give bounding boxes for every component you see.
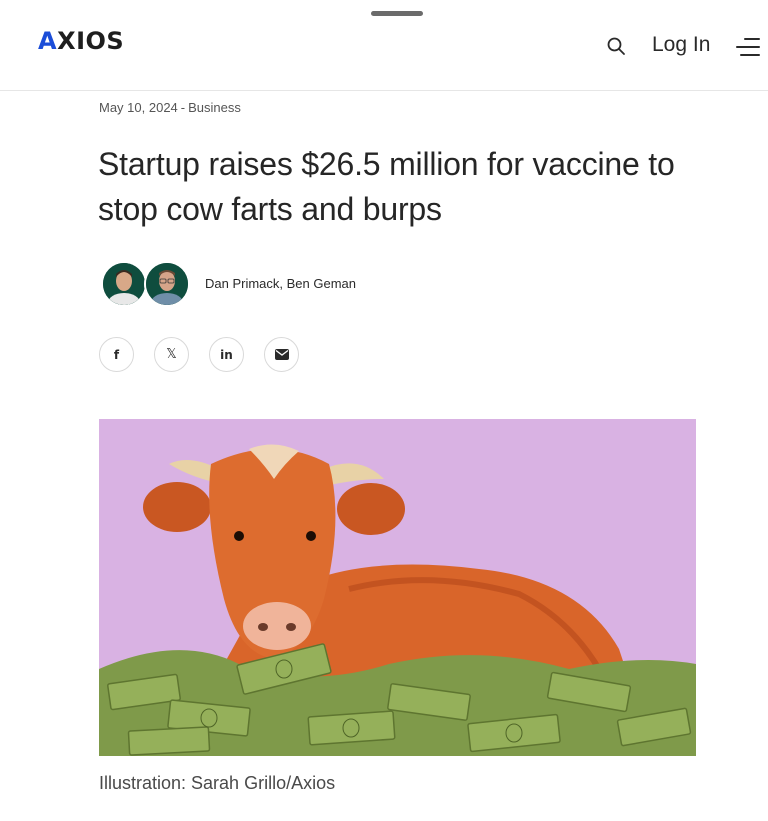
article-date: May 10, 2024 bbox=[99, 100, 178, 115]
share-x-button[interactable]: 𝕏 bbox=[154, 337, 189, 372]
search-icon[interactable] bbox=[606, 36, 626, 56]
article-section[interactable]: Business bbox=[188, 100, 241, 115]
axios-logo[interactable]: AXIOS bbox=[38, 27, 124, 55]
article-meta: May 10, 2024- Business bbox=[99, 100, 241, 115]
top-navigation-bar: AXIOS Log In bbox=[0, 0, 768, 91]
image-caption: Illustration: Sarah Grillo/Axios bbox=[99, 773, 336, 793]
x-icon: 𝕏 bbox=[166, 347, 177, 362]
share-linkedin-button[interactable]: in bbox=[209, 337, 244, 372]
facebook-icon: f bbox=[113, 347, 120, 362]
author-avatar-ben-geman[interactable] bbox=[144, 261, 190, 307]
article-headline: Startup raises $26.5 million for vaccine… bbox=[98, 146, 675, 227]
share-facebook-button[interactable]: f bbox=[99, 337, 134, 372]
author-avatar-dan-primack[interactable] bbox=[101, 261, 147, 307]
cow-on-money-illustration bbox=[99, 419, 696, 756]
share-email-button[interactable] bbox=[264, 337, 299, 372]
hero-illustration bbox=[99, 419, 696, 756]
article-authors[interactable]: Dan Primack, Ben Geman bbox=[205, 276, 356, 291]
menu-icon[interactable] bbox=[736, 38, 760, 56]
mail-icon bbox=[274, 349, 289, 360]
login-link[interactable]: Log In bbox=[652, 33, 710, 57]
meta-separator: - bbox=[180, 100, 186, 115]
linkedin-icon: in bbox=[220, 347, 233, 362]
